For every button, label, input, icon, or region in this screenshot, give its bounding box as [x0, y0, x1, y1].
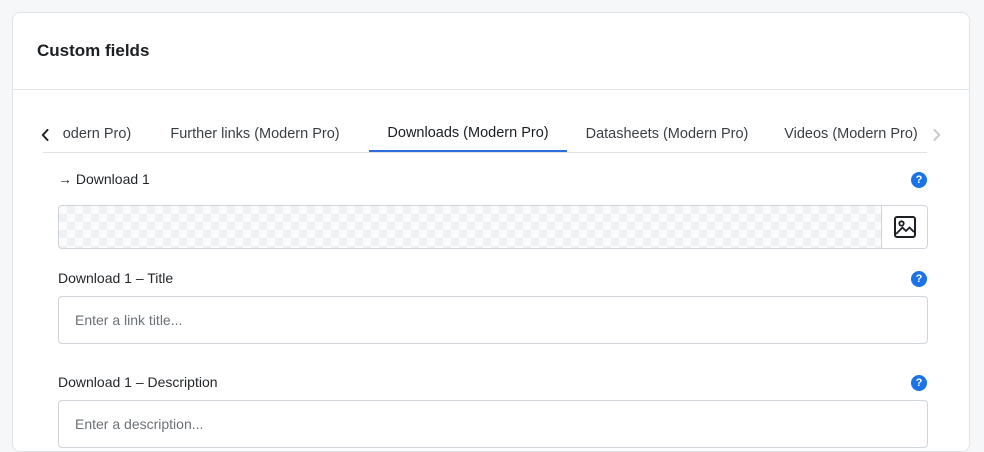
card-title: Custom fields [37, 41, 150, 60]
download-1-description-label: Download 1 – Description [58, 374, 218, 390]
tab-further-links[interactable]: Further links (Modern Pro) [157, 116, 353, 152]
download-1-title-input[interactable] [58, 296, 928, 344]
download-1-title-label: Download 1 – Title [58, 270, 174, 286]
help-icon[interactable]: ? [911, 172, 927, 188]
download-1-label: → Download 1 [58, 171, 150, 187]
tab-datasheets[interactable]: Datasheets (Modern Pro) [577, 116, 757, 152]
custom-fields-card: Custom fields odern Pro) Further links (… [12, 12, 970, 452]
chevron-right-icon[interactable] [931, 128, 943, 142]
tab-track: odern Pro) Further links (Modern Pro) Do… [57, 116, 927, 153]
card-header: Custom fields [13, 13, 969, 90]
tab-videos[interactable]: Videos (Modern Pro) [773, 116, 927, 152]
download-1-media-field[interactable] [58, 205, 928, 249]
tab-downloads[interactable]: Downloads (Modern Pro) [369, 116, 567, 152]
help-icon[interactable]: ? [911, 375, 927, 391]
download-1-description-input[interactable] [58, 400, 928, 448]
image-icon[interactable] [881, 206, 927, 248]
tab-bar: odern Pro) Further links (Modern Pro) Do… [41, 116, 941, 153]
help-icon[interactable]: ? [911, 271, 927, 287]
tab-partial[interactable]: odern Pro) [57, 116, 137, 152]
chevron-left-icon[interactable] [39, 128, 51, 142]
